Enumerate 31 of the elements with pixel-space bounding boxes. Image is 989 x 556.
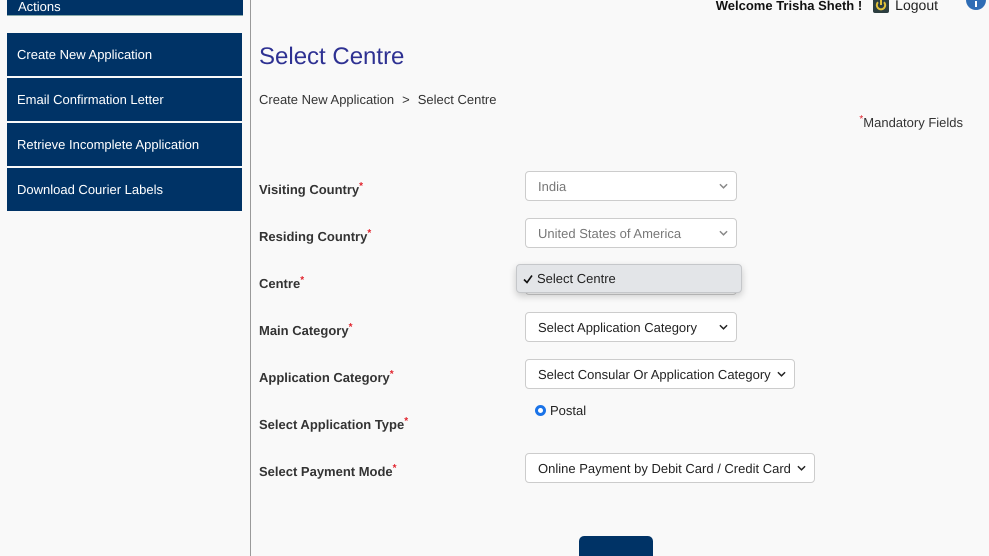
field-label: Residing Country$^{*}$ [259,226,372,244]
select-field[interactable]: Select Consular Or Application Category [525,359,795,389]
chevron-down-icon [719,324,728,330]
sidebar-item[interactable]: Email Confirmation Letter [7,78,242,121]
field-label: Centre$^{*}$ [259,274,306,290]
field-label: Main Category$^{*}$ [259,320,354,338]
power-icon [873,0,890,13]
field-label: Select Payment Mode$^{*}$ [259,462,398,478]
sidebar-item[interactable]: Download Courier Labels [7,168,242,211]
select-field[interactable]: Select Application Category [525,312,737,342]
chevron-down-icon [719,183,728,189]
radio-option[interactable]: Postal [535,403,586,418]
field-label: Application Category$^{*}$ [259,368,395,384]
mandatory-note: $^{*}$Mandatory Fields [858,115,964,130]
breadcrumb-separator: > [402,92,410,107]
chevron-down-icon [719,230,728,236]
field-label: Visiting Country$^{*}$ [259,180,364,196]
field-label: Select Application Type$^{*}$ [259,414,410,432]
sidebar-header: Actions [7,0,243,16]
select-field[interactable]: Online Payment by Debit Card / Credit Card [525,453,815,483]
dropdown-option[interactable]: Select Centre [523,271,735,286]
welcome-text: Welcome Trisha Sheth ! [716,0,862,12]
logout-link[interactable]: Logout [895,0,938,13]
chevron-down-icon [796,465,806,471]
chevron-down-icon [776,371,786,377]
breadcrumb-item: Create New Application [259,92,394,107]
sidebar-item[interactable]: Retrieve Incomplete Application [7,123,242,166]
page-title: Select Centre [259,42,406,72]
sidebar-item[interactable]: Create New Application [7,33,242,76]
breadcrumb-item: Select Centre [418,92,496,107]
checkmark-icon [523,274,533,284]
